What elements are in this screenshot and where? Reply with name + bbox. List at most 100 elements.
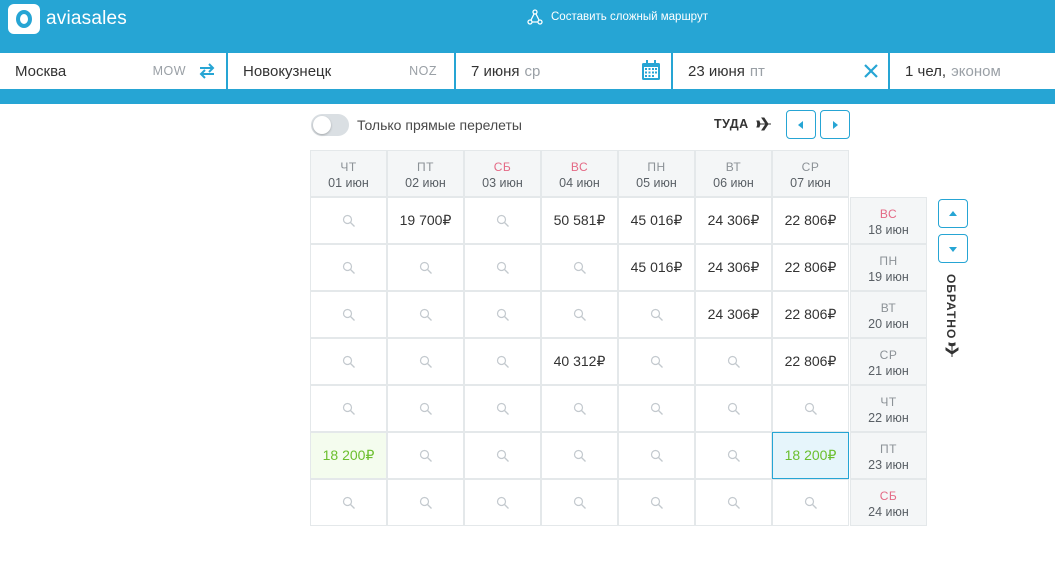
empty-price-cell[interactable] — [772, 385, 849, 432]
price-value: 24 306₽ — [707, 306, 760, 322]
empty-price-cell[interactable] — [618, 432, 695, 479]
empty-price-cell[interactable] — [618, 385, 695, 432]
empty-price-cell[interactable] — [464, 338, 541, 385]
column-date: 01 июн — [328, 176, 369, 190]
complex-route-link[interactable]: Составить сложный маршрут — [527, 9, 708, 25]
search-icon — [496, 449, 509, 462]
cabin-class: эконом — [951, 62, 1001, 80]
return-dow: пт — [749, 62, 765, 80]
empty-price-cell[interactable] — [310, 338, 387, 385]
price-cell[interactable]: 45 016₽ — [618, 197, 695, 244]
passengers-field[interactable]: 1 чел, эконом — [890, 53, 1055, 89]
empty-price-cell[interactable] — [464, 432, 541, 479]
search-icon — [650, 308, 663, 321]
search-icon — [573, 449, 586, 462]
aviasales-logo-icon — [8, 4, 40, 34]
row-dow: ЧТ — [880, 395, 897, 409]
empty-price-cell[interactable] — [618, 338, 695, 385]
empty-price-cell[interactable] — [310, 291, 387, 338]
price-cell[interactable]: 24 306₽ — [695, 291, 772, 338]
empty-price-cell[interactable] — [464, 385, 541, 432]
empty-price-cell[interactable] — [310, 385, 387, 432]
prev-return-button[interactable] — [938, 199, 968, 228]
column-date: 02 июн — [405, 176, 446, 190]
logo[interactable]: aviasales — [8, 4, 127, 34]
empty-price-cell[interactable] — [541, 432, 618, 479]
search-icon — [650, 449, 663, 462]
depart-date-field[interactable]: 7 июня ср — [456, 53, 671, 89]
row-date: 22 июн — [868, 411, 909, 425]
price-cell[interactable]: 22 806₽ — [772, 197, 849, 244]
row-date: 20 июн — [868, 317, 909, 331]
price-cell[interactable]: 24 306₽ — [695, 244, 772, 291]
empty-price-cell[interactable] — [310, 244, 387, 291]
direct-flights-filter[interactable]: Только прямые перелеты — [311, 114, 522, 136]
empty-price-cell[interactable] — [387, 338, 464, 385]
arrow-down-icon — [949, 246, 957, 252]
price-cell[interactable]: 18 200₽ — [772, 432, 849, 479]
column-dow: ЧТ — [340, 160, 357, 174]
search-icon — [342, 496, 355, 509]
empty-price-cell[interactable] — [541, 385, 618, 432]
empty-price-cell[interactable] — [387, 432, 464, 479]
prev-outbound-button[interactable] — [786, 110, 816, 139]
return-date-field[interactable]: 23 июня пт — [673, 53, 888, 89]
empty-price-cell[interactable] — [387, 244, 464, 291]
search-icon — [496, 261, 509, 274]
outbound-label-text: ТУДА — [714, 117, 749, 131]
empty-price-cell[interactable] — [387, 291, 464, 338]
price-value: 22 806₽ — [784, 353, 837, 369]
passenger-count: 1 чел, — [905, 62, 947, 80]
price-cell[interactable]: 40 312₽ — [541, 338, 618, 385]
column-date: 03 июн — [482, 176, 523, 190]
next-outbound-button[interactable] — [820, 110, 850, 139]
empty-price-cell[interactable] — [387, 479, 464, 526]
empty-price-cell[interactable] — [387, 385, 464, 432]
clear-icon[interactable] — [862, 62, 880, 80]
price-cell[interactable]: 22 806₽ — [772, 291, 849, 338]
price-cell[interactable]: 18 200₽ — [310, 432, 387, 479]
return-label-text: ОБРАТНО — [944, 274, 958, 340]
calendar-icon[interactable] — [641, 60, 661, 81]
empty-price-cell[interactable] — [541, 244, 618, 291]
direct-flights-toggle[interactable] — [311, 114, 349, 136]
price-value: 18 200₽ — [322, 447, 375, 463]
empty-price-cell[interactable] — [541, 479, 618, 526]
empty-price-cell[interactable] — [464, 479, 541, 526]
empty-price-cell[interactable] — [541, 291, 618, 338]
empty-price-cell[interactable] — [695, 432, 772, 479]
origin-iata: MOW — [152, 64, 186, 78]
price-value: 18 200₽ — [784, 447, 837, 463]
search-icon — [573, 261, 586, 274]
price-cell[interactable]: 24 306₽ — [695, 197, 772, 244]
price-cell[interactable]: 22 806₽ — [772, 338, 849, 385]
price-cell[interactable]: 19 700₽ — [387, 197, 464, 244]
destination-field[interactable]: Новокузнецк NOZ — [228, 53, 454, 89]
column-header: ЧТ 01 июн — [310, 150, 387, 197]
empty-price-cell[interactable] — [695, 385, 772, 432]
empty-price-cell[interactable] — [695, 338, 772, 385]
empty-price-cell[interactable] — [695, 479, 772, 526]
row-date: 21 июн — [868, 364, 909, 378]
empty-price-cell[interactable] — [464, 244, 541, 291]
price-value: 19 700₽ — [399, 212, 452, 228]
origin-field[interactable]: Москва MOW — [0, 53, 226, 89]
empty-price-cell[interactable] — [310, 197, 387, 244]
price-cell[interactable]: 45 016₽ — [618, 244, 695, 291]
next-return-button[interactable] — [938, 234, 968, 263]
empty-price-cell[interactable] — [772, 479, 849, 526]
price-cell[interactable]: 22 806₽ — [772, 244, 849, 291]
empty-price-cell[interactable] — [310, 479, 387, 526]
empty-price-cell[interactable] — [618, 291, 695, 338]
price-cell[interactable]: 50 581₽ — [541, 197, 618, 244]
empty-price-cell[interactable] — [464, 197, 541, 244]
column-date: 04 июн — [559, 176, 600, 190]
swap-icon[interactable] — [198, 62, 216, 80]
search-icon — [650, 402, 663, 415]
top-bar: aviasales Составить сложный маршрут Моск… — [0, 0, 1055, 104]
price-value: 50 581₽ — [553, 212, 606, 228]
row-header: СР 21 июн — [850, 338, 927, 385]
search-icon — [342, 214, 355, 227]
empty-price-cell[interactable] — [464, 291, 541, 338]
empty-price-cell[interactable] — [618, 479, 695, 526]
